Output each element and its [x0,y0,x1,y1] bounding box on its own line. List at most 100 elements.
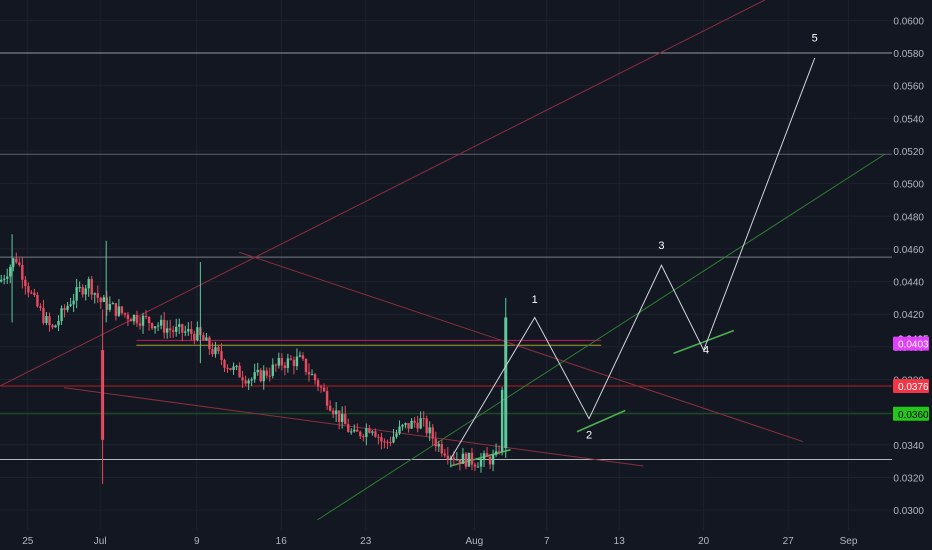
candle-down [238,365,241,378]
candle-down [356,429,359,432]
candle-up [175,326,178,332]
candle-down [368,428,371,433]
candle-down [138,323,142,326]
candle-down [135,315,139,324]
candle-down [265,370,268,376]
y-tick-label: 0.0500 [893,180,924,191]
candle-up [437,443,440,447]
candle-down [283,365,287,369]
candle-up [156,325,160,327]
candle-up [159,319,163,326]
x-tick-label: 27 [783,536,795,547]
y-tick-label: 0.0520 [893,147,924,158]
candle-up [286,358,290,369]
candle-down [325,391,329,406]
candle-down [190,328,193,334]
candle-down [51,325,54,328]
candle-down [211,349,214,355]
candle-down [147,316,151,324]
candle-up [353,429,356,432]
candle-down [244,380,247,384]
candle-down [193,333,196,341]
candle-up [3,278,6,280]
x-tick-label: 23 [360,536,372,547]
candle-up [482,453,486,460]
candle-down [328,405,332,411]
y-tick-label: 0.0320 [893,473,924,484]
candle-up [6,276,9,279]
candle-down [377,436,380,438]
candle-down [443,453,446,456]
candle-down [485,453,489,457]
candle-down [488,456,492,465]
candle-down [220,351,223,361]
candle-up [72,300,75,305]
y-tick-label: 0.0580 [893,49,924,60]
candle-down [425,418,428,434]
x-tick-label: 9 [194,536,200,547]
candle-down [181,324,184,333]
candle-up [93,293,96,295]
candle-down [30,292,33,294]
candle-down [81,287,84,295]
candle-up [271,364,274,376]
candle-up [196,327,199,341]
candle-up [476,466,480,468]
candle-up [253,372,256,380]
candle-up [54,325,57,328]
candle-down [407,423,410,429]
candle-down [144,315,148,317]
price-chart[interactable]: 12345 0.06000.05800.05600.05400.05200.05… [0,0,932,550]
candle-down [322,387,326,392]
candle-down [452,457,456,460]
candle-up [298,355,302,357]
candle-down [15,258,18,263]
candle-up [365,428,368,438]
candle-down [289,358,293,360]
candle-down [389,442,392,444]
x-tick-label: 20 [698,536,710,547]
candle-up [187,328,190,332]
candle-down [434,438,437,447]
candle-up [392,436,395,443]
candle-down [470,452,474,465]
candle-up [494,451,498,455]
candle-up [108,304,112,310]
candle-up [184,331,187,333]
candle-down [473,464,477,467]
candle-down [347,424,350,433]
candle-down [386,441,389,443]
candle-up [371,431,374,433]
candle-up [247,380,250,384]
candle-up [84,288,87,295]
candle-down [96,293,99,298]
candle-up [277,358,281,366]
candle-down [63,308,66,311]
wave-label: 1 [532,294,538,306]
candle-down [440,443,443,454]
candle-down [292,359,296,367]
candle-down [48,316,51,326]
candle-down [431,427,434,439]
candle-up [398,426,401,434]
candle-down [168,328,172,331]
candle-down [319,386,323,388]
y-tick-label: 0.0540 [893,114,924,125]
candle-up [334,410,338,415]
candle-up [428,427,431,434]
candle-down [274,364,278,366]
candle-up [78,287,81,289]
candle-down [24,279,27,287]
candle-up [467,452,471,467]
candle-up [455,459,459,461]
candle-down [162,319,166,333]
candle-down [229,368,232,370]
candle-up [69,304,72,306]
candle-down [18,262,21,266]
candle-down [172,330,175,332]
candle-up [9,266,12,277]
candle-up [395,433,398,437]
candle-up [111,303,115,305]
candle-down [120,306,124,313]
candle-down [114,303,118,316]
